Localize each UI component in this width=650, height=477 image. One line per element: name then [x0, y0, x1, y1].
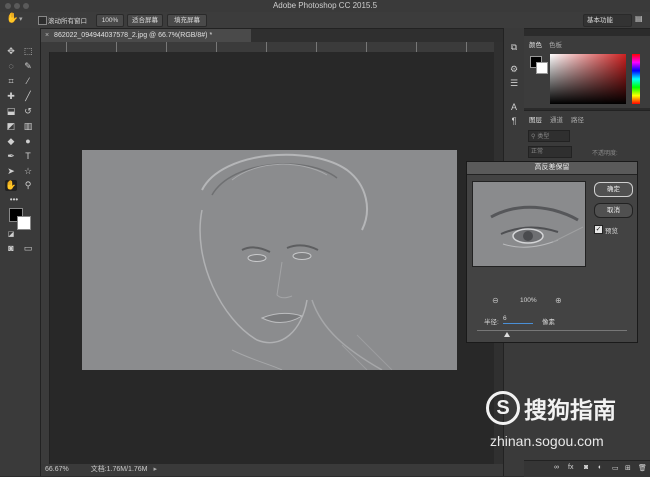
- tab-paths[interactable]: 路径: [571, 114, 584, 124]
- document-tab-label: 862022_094944037578_2.jpg @ 66.7%(RGB/8#…: [54, 32, 213, 39]
- blur-tool-icon[interactable]: ◆: [5, 136, 17, 147]
- close-tab-icon[interactable]: ×: [45, 32, 49, 39]
- zoom-tool-icon[interactable]: ⚲: [22, 180, 34, 191]
- zoom-out-icon[interactable]: ⊖: [492, 296, 499, 305]
- preview-eye-image: [473, 182, 585, 266]
- high-pass-portrait-image: [82, 150, 457, 370]
- radius-slider-handle[interactable]: [504, 332, 510, 337]
- quick-mask-icon[interactable]: ◙: [5, 243, 17, 254]
- tab-swatches[interactable]: 色板: [549, 39, 562, 49]
- document-image[interactable]: [82, 150, 457, 370]
- marquee-tool-icon[interactable]: ⬚: [22, 46, 34, 57]
- ok-button[interactable]: 确定: [594, 182, 633, 197]
- vertical-ruler: [41, 52, 50, 464]
- brush-tool-icon[interactable]: ╱: [22, 91, 34, 102]
- filter-preview[interactable]: [472, 181, 586, 267]
- hue-slider[interactable]: [632, 54, 640, 104]
- opacity-label: 不透明度:: [592, 151, 618, 157]
- screen-mode-icon[interactable]: ▭: [22, 243, 34, 254]
- tools-panel: ✥ ⬚ ◌ ✎ ⌗ ⁄ ✚ ╱ ⬓ ↺ ◩ ▥ ◆ ● ✒ T ➤ ☆ ✋ ⚲ …: [0, 28, 41, 476]
- workspace-menu-icon[interactable]: ▤: [635, 14, 643, 23]
- character-panel-icon[interactable]: A: [508, 102, 520, 113]
- options-bar: ✋ ▾ 滚动所有窗口 100% 适合屏幕 填充屏幕 基本功能 ▤: [0, 12, 650, 29]
- tab-channels[interactable]: 通道: [550, 114, 563, 124]
- radius-slider-track[interactable]: [477, 330, 627, 331]
- paragraph-panel-icon[interactable]: ¶: [508, 116, 520, 127]
- clone-stamp-tool-icon[interactable]: ⬓: [5, 106, 17, 117]
- status-zoom[interactable]: 66.67%: [45, 466, 69, 473]
- shape-tool-icon[interactable]: ☆: [22, 166, 34, 177]
- background-color-swatch[interactable]: [17, 216, 31, 230]
- history-brush-tool-icon[interactable]: ↺: [22, 106, 34, 117]
- radius-label: 半径:: [484, 319, 499, 326]
- workspace-label: 基本功能: [587, 17, 613, 24]
- workspace-select[interactable]: 基本功能: [583, 14, 632, 27]
- history-panel-icon[interactable]: ⧉: [508, 42, 520, 53]
- pen-tool-icon[interactable]: ✒: [5, 151, 17, 162]
- scroll-all-windows-checkbox[interactable]: [38, 16, 47, 25]
- radius-unit: 像素: [542, 319, 555, 326]
- high-pass-dialog: 高反差保留 确定 取消 ✓ 预览 ⊖ 100% ⊕ 半径: 6 像素: [466, 161, 638, 343]
- dodge-tool-icon[interactable]: ●: [22, 136, 34, 147]
- preview-zoom-level: 100%: [520, 297, 537, 304]
- watermark-brand: 搜狗指南: [524, 397, 616, 423]
- color-picker-field[interactable]: [550, 54, 626, 104]
- preview-checkbox[interactable]: ✓: [594, 225, 603, 234]
- fill-screen-button[interactable]: 填充屏幕: [167, 14, 207, 27]
- color-panel: 颜色 色板: [524, 36, 650, 108]
- preview-checkbox-label: 预览: [605, 228, 618, 235]
- hand-tool-icon: ✋: [6, 13, 19, 24]
- healing-brush-tool-icon[interactable]: ✚: [5, 91, 17, 102]
- eyedropper-tool-icon[interactable]: ⁄: [22, 76, 34, 87]
- status-menu-chevron-icon[interactable]: ▸: [153, 466, 157, 473]
- document-tab[interactable]: × 862022_094944037578_2.jpg @ 66.7%(RGB/…: [41, 29, 251, 42]
- crop-tool-icon[interactable]: ⌗: [5, 76, 17, 87]
- tool-preset-chevron-icon[interactable]: ▾: [19, 15, 23, 23]
- sogou-watermark: S 搜狗指南 zhinan.sogou.com: [484, 385, 644, 471]
- zoom-100-button[interactable]: 100%: [96, 14, 124, 27]
- watermark-url: zhinan.sogou.com: [490, 433, 604, 449]
- cancel-button[interactable]: 取消: [594, 203, 633, 218]
- sogou-logo-icon: S: [486, 391, 520, 425]
- search-icon: ⚲: [531, 134, 536, 140]
- gradient-tool-icon[interactable]: ▥: [22, 121, 34, 132]
- blend-mode-label: 正常: [531, 149, 544, 155]
- eraser-tool-icon[interactable]: ◩: [5, 121, 17, 132]
- zoom-in-icon[interactable]: ⊕: [555, 296, 562, 305]
- lasso-tool-icon[interactable]: ◌: [5, 61, 17, 72]
- dialog-title: 高反差保留: [467, 162, 637, 175]
- fit-screen-button[interactable]: 适合屏幕: [127, 14, 163, 27]
- adjustments-panel-icon[interactable]: ⚙: [508, 64, 520, 75]
- tab-layers[interactable]: 图层: [529, 114, 542, 124]
- path-selection-tool-icon[interactable]: ➤: [5, 166, 17, 177]
- layer-kind-filter[interactable]: ⚲ 类型: [528, 130, 570, 142]
- type-tool-icon[interactable]: T: [22, 151, 34, 162]
- more-tools-icon[interactable]: •••: [8, 194, 20, 205]
- default-colors-icon[interactable]: ◪: [5, 229, 17, 240]
- quick-select-tool-icon[interactable]: ✎: [22, 61, 34, 72]
- app-title: Adobe Photoshop CC 2015.5: [272, 1, 378, 10]
- radius-input[interactable]: 6: [503, 314, 533, 324]
- status-doc-size: 文档:1.76M/1.76M: [90, 466, 148, 473]
- tab-color[interactable]: 颜色: [529, 39, 542, 49]
- status-bar: 66.67% 文档:1.76M/1.76M ▸: [41, 464, 503, 476]
- hand-tool-button-icon[interactable]: ✋: [5, 180, 17, 191]
- layer-kind-label: 类型: [537, 134, 550, 140]
- color-background-swatch[interactable]: [536, 62, 548, 74]
- scroll-all-windows-label: 滚动所有窗口: [48, 18, 87, 25]
- properties-panel-icon[interactable]: ☰: [508, 78, 520, 89]
- move-tool-icon[interactable]: ✥: [5, 46, 17, 57]
- blend-mode-select[interactable]: 正常: [528, 146, 572, 158]
